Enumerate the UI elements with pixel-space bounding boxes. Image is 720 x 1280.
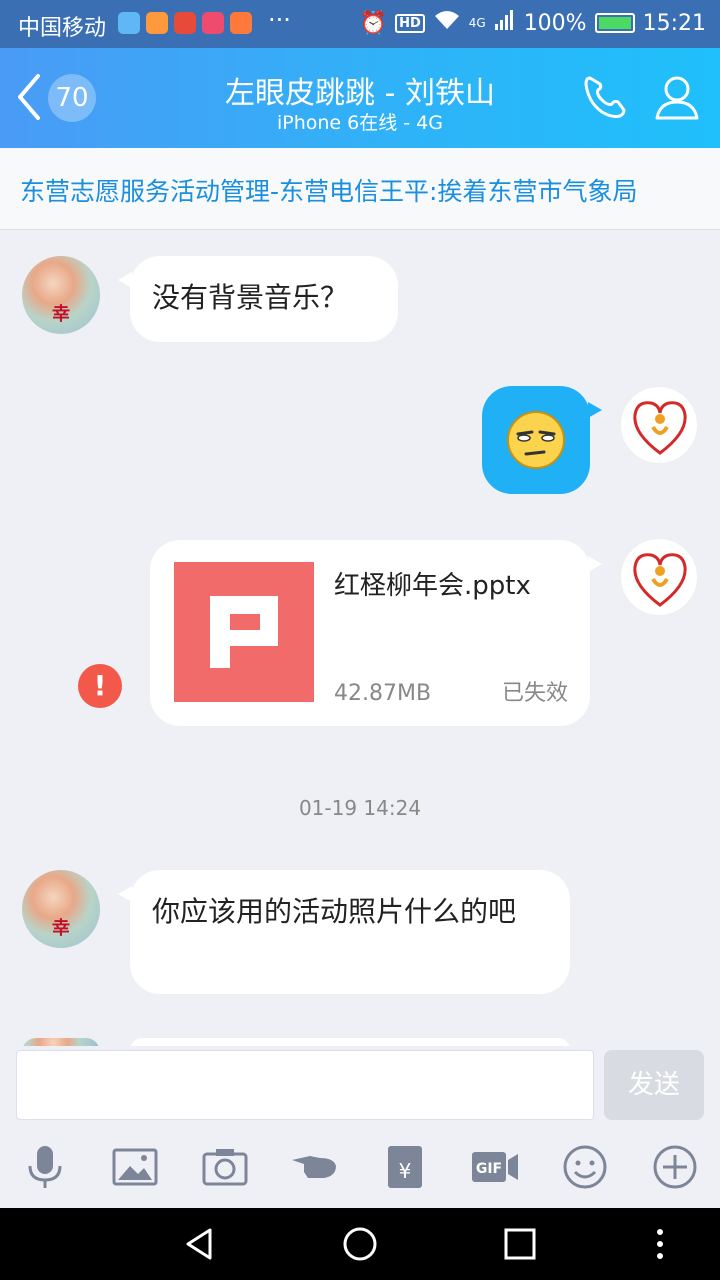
my-avatar[interactable] (620, 538, 698, 616)
app-icon (146, 12, 168, 34)
gif-icon[interactable]: GIF (470, 1142, 520, 1192)
plus-icon[interactable] (650, 1142, 700, 1192)
signal-icon (494, 9, 516, 37)
profile-icon[interactable] (652, 72, 702, 122)
app-icon (230, 12, 252, 34)
message-text: 没有背景音乐？ (152, 281, 349, 314)
sticker-bubble[interactable] (482, 386, 602, 494)
svg-text:¥: ¥ (399, 1159, 412, 1183)
smirk-emoji-icon (507, 411, 565, 469)
contact-avatar[interactable]: 幸 (22, 870, 100, 948)
red-packet-icon[interactable]: ¥ (380, 1142, 430, 1192)
file-status: 已失效 (501, 681, 568, 706)
group-notice-banner[interactable]: 东营志愿服务活动管理-东营电信王平:挨着东营市气象局 (0, 148, 720, 230)
emoji-icon[interactable] (560, 1142, 610, 1192)
message-bubble[interactable]: 没有背景音乐？ (118, 256, 398, 342)
battery-percent: 100% (523, 10, 587, 36)
file-name: 红柽柳年会.pptx (334, 571, 531, 601)
wifi-icon (433, 9, 461, 37)
home-circle-icon[interactable] (340, 1224, 380, 1264)
network-label: 4G (468, 16, 486, 30)
battery-icon (594, 13, 635, 33)
svg-text:GIF: GIF (476, 1161, 502, 1177)
input-area: 发送 ¥ GIF (0, 1046, 720, 1208)
message-bubble[interactable]: 你应该用的活动照片什么的吧 (118, 870, 570, 994)
camera-icon[interactable] (200, 1142, 250, 1192)
clock: 15:21 (642, 10, 706, 36)
app-icon (118, 12, 140, 34)
recent-square-icon[interactable] (500, 1224, 540, 1264)
menu-dots-icon[interactable] (640, 1224, 680, 1264)
my-avatar[interactable] (620, 386, 698, 464)
system-nav-bar (0, 1208, 720, 1280)
back-triangle-icon[interactable] (180, 1224, 220, 1264)
alarm-icon: ⏰ (359, 10, 388, 36)
send-button[interactable]: 发送 (604, 1050, 704, 1120)
hd-icon: HD (395, 13, 425, 33)
send-failed-icon[interactable]: ! (78, 664, 122, 708)
pptx-file-icon (174, 562, 314, 702)
chat-header: 中国移动 ··· ⏰ HD 4G 100% 15:21 70 左眼皮跳跳 - 刘… (0, 0, 720, 148)
phone-icon[interactable] (580, 72, 630, 122)
message-input[interactable] (16, 1050, 594, 1120)
more-notifications: ··· (268, 6, 291, 34)
notice-text: 东营志愿服务活动管理-东营电信王平:挨着东营市气象局 (20, 177, 638, 206)
contact-avatar[interactable]: 幸 (22, 256, 100, 334)
message-text: 你应该用的活动照片什么的吧 (152, 895, 517, 928)
app-icon (174, 12, 196, 34)
poke-icon[interactable] (290, 1142, 340, 1192)
notification-icons (118, 12, 252, 34)
file-message-bubble[interactable]: 红柽柳年会.pptx 42.87MB 已失效 (150, 540, 602, 726)
status-bar: 中国移动 ··· ⏰ HD 4G 100% 15:21 (0, 0, 720, 48)
status-right: ⏰ HD 4G 100% 15:21 (360, 9, 706, 37)
message-timestamp: 01-19 14:24 (298, 796, 422, 820)
image-icon[interactable] (110, 1142, 160, 1192)
file-size: 42.87MB (334, 681, 432, 706)
app-icon (202, 12, 224, 34)
carrier-label: 中国移动 (18, 16, 107, 41)
microphone-icon[interactable] (20, 1142, 70, 1192)
